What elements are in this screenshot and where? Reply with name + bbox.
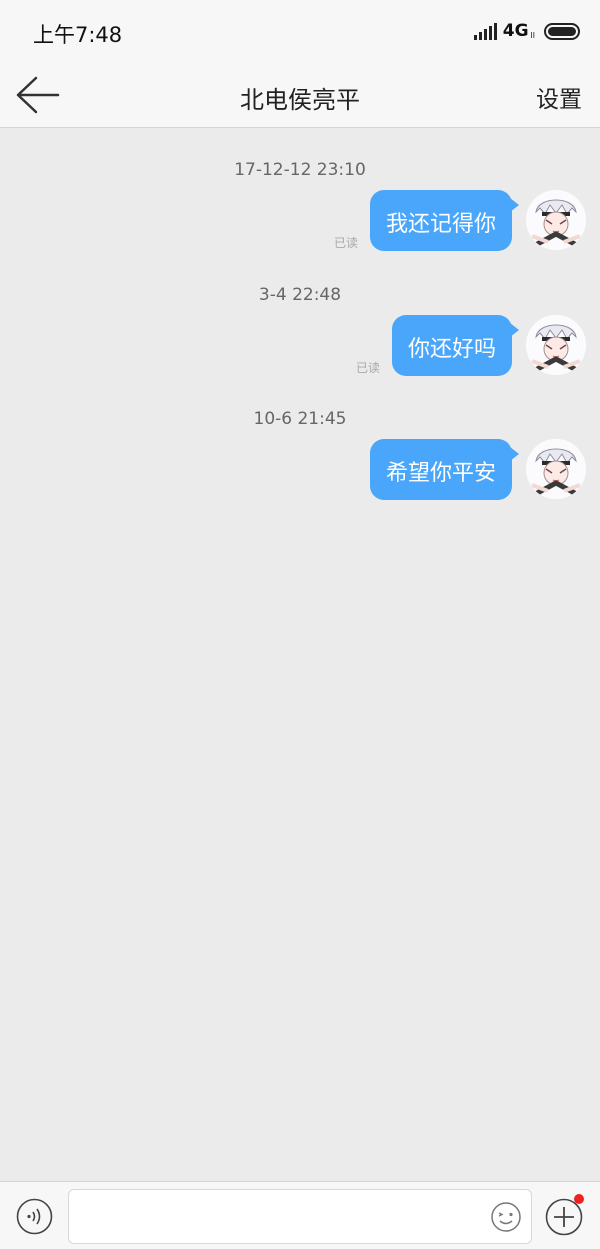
message-row: 希望你平安 (358, 439, 586, 500)
message-bubble[interactable]: 你还好吗 (391, 315, 520, 376)
chat-area[interactable]: 17-12-12 23:10 已读 我还记得你 3-4 22:48 已读 你还好… (0, 128, 600, 1181)
avatar[interactable] (526, 190, 586, 250)
voice-button[interactable] (16, 1198, 53, 1235)
network-sub: ll (530, 31, 535, 40)
status-indicators: 4G ll (472, 20, 580, 42)
avatar[interactable] (526, 439, 586, 499)
status-bar: 上午7:48 4G ll (0, 0, 600, 62)
input-bar (0, 1181, 600, 1249)
page-title: 北电侯亮平 (240, 86, 360, 114)
status-time: 上午7:48 (33, 23, 123, 47)
message-timestamp: 17-12-12 23:10 (234, 160, 366, 180)
signal-icon (472, 22, 497, 40)
read-status: 已读 (355, 361, 380, 375)
emoji-button[interactable] (490, 1201, 522, 1233)
navigation-bar: 北电侯亮平 设置 (0, 62, 600, 128)
battery-icon (544, 22, 580, 40)
message-bubble[interactable]: 希望你平安 (369, 439, 520, 500)
message-input[interactable] (68, 1189, 532, 1244)
message-bubble[interactable]: 我还记得你 (369, 190, 520, 251)
notification-dot (574, 1194, 584, 1204)
network-type: 4G (502, 21, 529, 41)
message-row: 已读 你还好吗 (356, 315, 586, 376)
avatar[interactable] (526, 315, 586, 375)
voice-icon (16, 1198, 53, 1235)
read-status: 已读 (333, 236, 358, 250)
settings-button[interactable]: 设置 (536, 80, 582, 114)
message-timestamp: 3-4 22:48 (258, 285, 342, 305)
emoji-icon (491, 1202, 521, 1232)
message-timestamp: 10-6 21:45 (253, 409, 347, 429)
message-row: 已读 我还记得你 (334, 190, 586, 251)
